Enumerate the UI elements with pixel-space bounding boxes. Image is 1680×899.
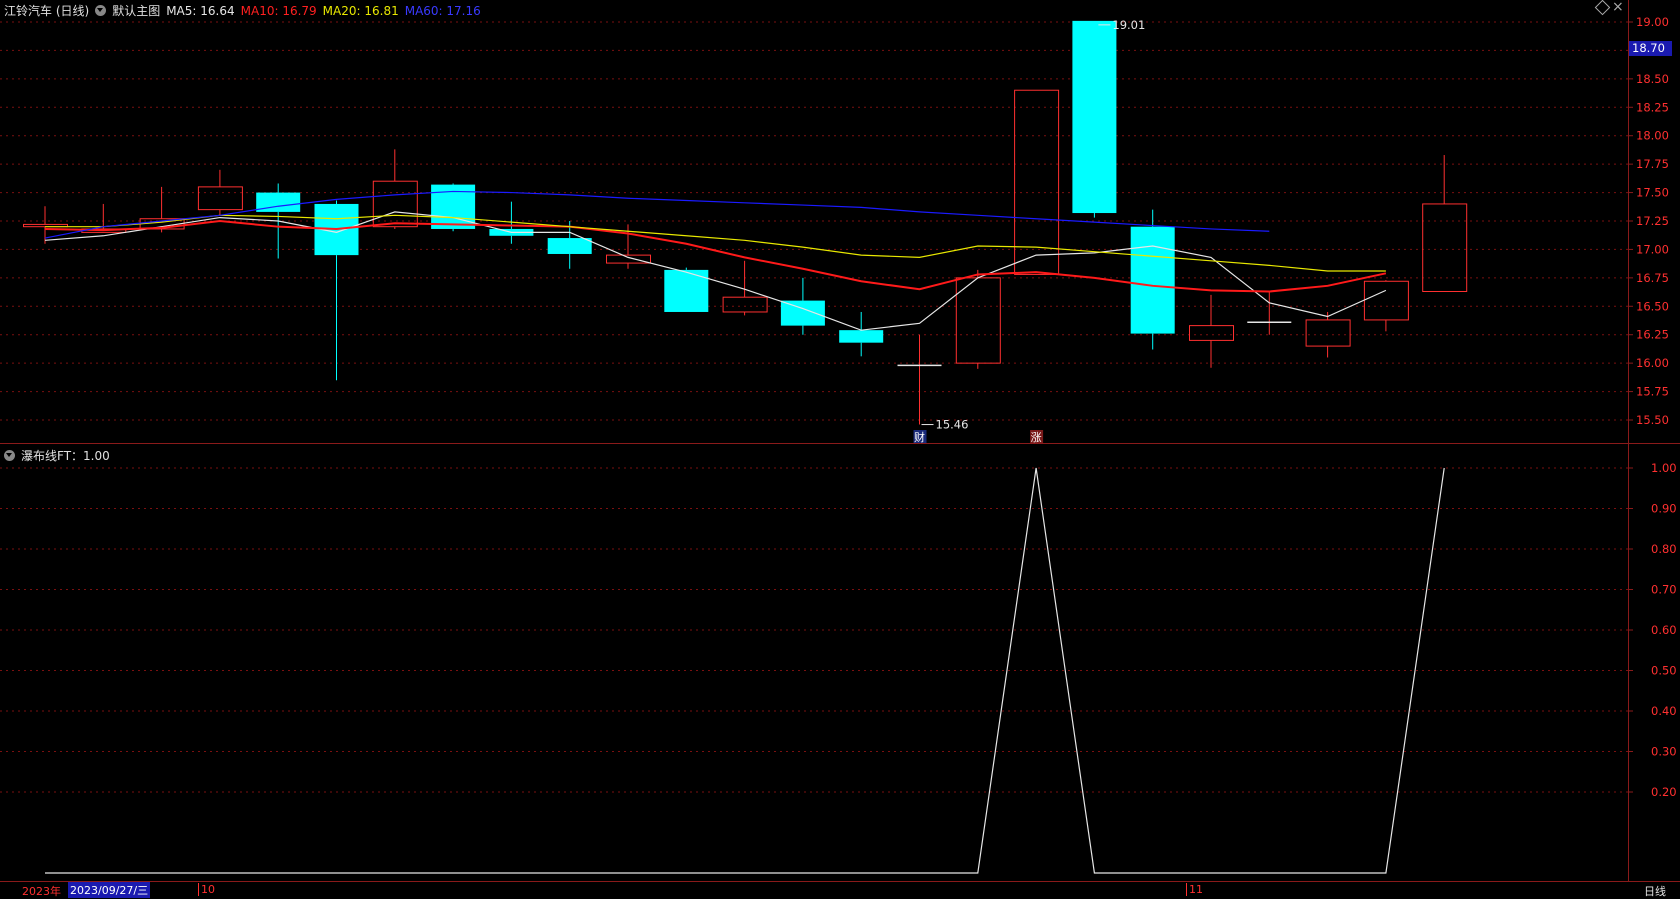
indicator-tick-label: 0.70 [1651,583,1677,597]
moving-average-lines [44,190,1387,331]
candle-body-down [1072,20,1117,214]
cursor-date: 2023/09/27/三 [68,882,151,898]
indicator-tick-label: 0.80 [1651,542,1677,556]
indicator-grid [0,467,1628,793]
price-tick-label: 16.00 [1636,356,1669,370]
chart-stage[interactable]: 19.0018.7518.5018.2518.0017.7517.5017.25… [0,0,1680,897]
price-tick-label: 17.50 [1636,186,1669,200]
indicator-label[interactable]: 瀑布线FT：1.00 [21,447,110,464]
timeline-bar[interactable]: 2023年 2023/09/27/三 10 11 日线 [0,881,1680,898]
price-axis: 19.0018.7518.5018.2518.0017.7517.5017.25… [1628,15,1669,427]
indicator-tick-label: 0.90 [1651,502,1677,516]
month-label-nov: 11 [1186,883,1203,896]
price-tick-label: 16.75 [1636,271,1669,285]
indicator-axis: 1.00 0.90 0.80 0.70 0.60 0.50 0.40 0.30 0.20 [1628,461,1677,799]
price-tick-label: 15.75 [1636,385,1669,399]
price-tick-label: 16.50 [1636,299,1669,313]
candle-body-down [1130,226,1175,334]
candle-body-up [197,186,243,211]
indicator-dropdown-icon[interactable] [4,450,15,461]
ma5-label: MA5: 16.64 [166,3,235,18]
main-grid [0,21,1628,421]
price-tick-label: 18.50 [1636,72,1669,86]
candle-body-up [1363,280,1409,321]
month-label-oct: 10 [198,883,215,896]
main-chart-header: 江铃汽车 (日线) 默认主图 MA5: 16.64 MA10: 16.79 MA… [4,2,481,19]
price-tick-label: 18.00 [1636,129,1669,143]
candle-body-up [372,180,418,228]
indicator-tick-label: 1.00 [1651,461,1677,475]
indicator-tick-label: 0.20 [1651,785,1677,799]
price-tick-label: 17.00 [1636,242,1669,256]
indicator-header: 瀑布线FT：1.00 [4,447,110,464]
template-label[interactable]: 默认主图 [112,2,160,19]
price-tick-label: 17.25 [1636,214,1669,228]
indicator-tick-label: 0.50 [1651,664,1677,678]
ma20-label: MA20: 16.81 [322,3,399,18]
ma10-label: MA10: 16.79 [240,3,317,18]
price-tick-label: 16.25 [1636,328,1669,342]
ma60-label: MA60: 17.16 [404,3,481,18]
event-tag-label: 财 [914,430,925,444]
ma-line-ma5 [44,211,1387,331]
dropdown-circle-icon[interactable] [95,5,107,16]
indicator-tick-label: 0.30 [1651,745,1677,759]
candle-body-up [1305,319,1351,347]
event-tag-label: 涨 [1031,431,1042,444]
stock-title[interactable]: 江铃汽车 (日线) [4,2,89,19]
candle-body-up [1189,325,1234,341]
candle-body-down [839,330,884,343]
candle-body-up [722,296,768,313]
price-tick-label: 17.75 [1636,157,1669,171]
high-marker-label: 19.01 [1112,18,1145,32]
indicator-tick-label: 0.40 [1651,704,1677,718]
close-icon[interactable]: × [1612,0,1624,15]
candle-body-up [1422,203,1468,293]
candle-body-down [780,300,825,326]
candle-body-down [547,238,592,254]
price-tick-label: 19.00 [1636,15,1669,29]
price-tick-label: 18.25 [1636,100,1669,114]
indicator-tick-label: 0.60 [1651,623,1677,637]
low-marker-label: 15.46 [936,418,969,432]
current-price-tag: 18.70 [1629,41,1672,56]
candle-body-up [955,277,1001,364]
price-tick-label: 15.50 [1636,413,1669,427]
